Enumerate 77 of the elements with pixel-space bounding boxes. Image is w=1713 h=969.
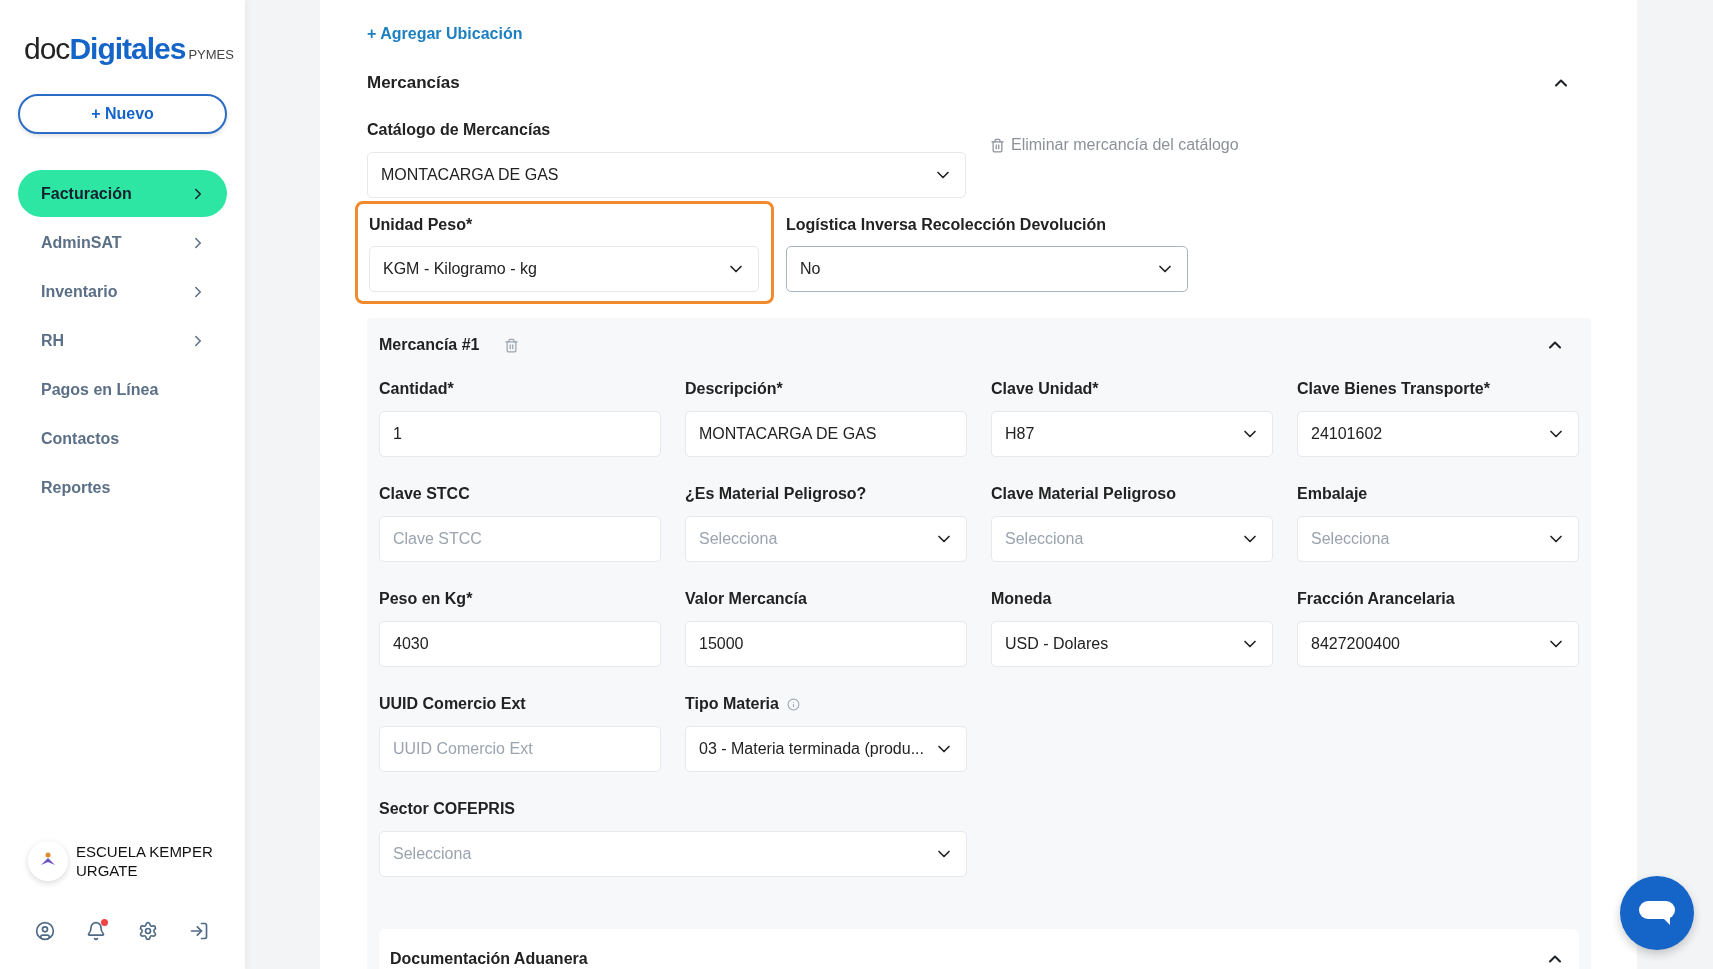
item-title: Mercancía #1 [379,336,480,354]
field-placeholder: Selecciona [1005,530,1084,548]
user-icon[interactable] [35,921,55,941]
delete-link[interactable]: Eliminar mercancía del catálogo [990,136,1239,154]
field-value: 15000 [699,635,744,653]
field-label: Clave Material Peligroso [991,484,1177,504]
section-title: Mercancías [367,73,460,93]
bell-icon[interactable] [86,921,107,941]
nav-item[interactable]: Pagos en Línea [18,366,227,413]
field-placeholder: UUID Comercio Ext [393,740,533,758]
nav-label: Inventario [41,282,118,301]
field-value: 1 [393,425,402,443]
nav-item[interactable]: Facturación [18,170,227,217]
trash-icon [990,137,1005,153]
field-value: MONTACARGA DE GAS [699,425,877,443]
nav-item[interactable]: AdminSAT [18,219,227,266]
input-field[interactable]: 4030 [379,621,661,667]
input-field[interactable]: 15000 [685,621,967,667]
nav-label: Contactos [41,429,120,448]
brand-logo: docDigitales PYMES [24,31,234,67]
field-placeholder: Selecciona [1311,530,1390,548]
field-label: Peso en Kg* [379,589,474,609]
field-placeholder: Selecciona [699,530,778,548]
field-value: KGM - Kilogramo - kg [383,260,537,278]
field-placeholder: Clave STCC [393,530,482,548]
nav-label: Facturación [41,184,132,203]
field-label: UUID Comercio Ext [379,694,527,714]
nav-label: RH [41,331,65,350]
input-field[interactable]: MONTACARGA DE GAS [685,411,967,457]
new-button[interactable]: + Nuevo [18,94,227,134]
select-field[interactable]: USD - Dolares [991,621,1273,667]
field-label: Descripción* [685,379,784,399]
select-field[interactable]: 8427200400 [1297,621,1579,667]
field-label: Sector COFEPRIS [379,799,517,819]
field-label: Clave Bienes Transporte* [1297,379,1491,399]
field-value: 8427200400 [1311,635,1400,653]
field-label: Cantidad* [379,379,455,399]
field-label: Clave STCC [379,484,471,504]
field-label: Catálogo de Mercancías [367,120,552,140]
select-field[interactable]: 24101602 [1297,411,1579,457]
nav-item[interactable]: RH [18,317,227,364]
input-field[interactable]: 1 [379,411,661,457]
field-label: Moneda [991,589,1053,609]
field-label: Clave Unidad* [991,379,1100,399]
field-value: USD - Dolares [1005,635,1109,653]
select-field[interactable]: MONTACARGA DE GAS [367,152,966,198]
field-value: H87 [1005,425,1035,443]
settings-icon[interactable] [137,921,158,941]
field-label: Embalaje [1297,484,1369,504]
field-label: Unidad Peso* [369,215,474,235]
field-value: 24101602 [1311,425,1383,443]
field-label: ¿Es Material Peligroso? [685,484,868,504]
avatar-icon [28,841,68,881]
nav-item[interactable]: Contactos [18,415,227,462]
field-value: 4030 [393,635,429,653]
field-value: 03 - Materia terminada (produ... [699,740,924,758]
account-name: ESCUELA KEMPER URGATE [76,842,214,880]
nav-item[interactable]: Inventario [18,268,227,315]
nav-item[interactable]: Reportes [18,464,227,511]
logout-icon[interactable] [189,921,209,941]
chat-button[interactable] [1620,876,1694,950]
select-field[interactable]: 03 - Materia terminada (produ... [685,726,967,772]
nav-label: AdminSAT [41,233,122,252]
add-location-link[interactable]: + Agregar Ubicación [367,25,523,43]
field-placeholder: Selecciona [393,845,472,863]
nav-label: Pagos en Línea [41,380,159,399]
nav-label: Reportes [41,478,111,497]
select-field[interactable]: KGM - Kilogramo - kg [369,246,759,292]
field-label: Valor Mercancía [685,589,808,609]
select-field[interactable]: H87 [991,411,1273,457]
select-field[interactable]: No [786,246,1188,292]
card-title: Documentación Aduanera [390,950,588,968]
field-label: Logística Inversa Recolección Devolución [786,215,1108,235]
field-value: No [800,260,821,278]
field-label: Fracción Arancelaria [1297,589,1456,609]
field-value: MONTACARGA DE GAS [381,166,559,184]
field-label: Tipo Materia [685,693,967,715]
